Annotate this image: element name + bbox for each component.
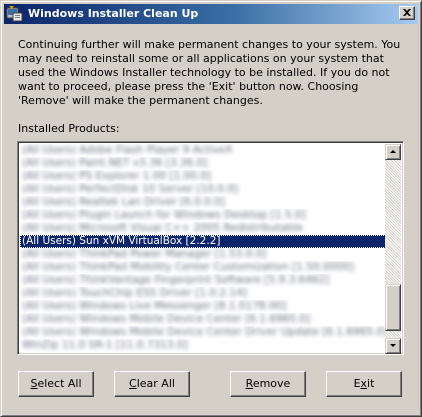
list-item[interactable]: (All Users) Paint.NET v3.36 [3.36.0] (20, 157, 386, 170)
list-item-label: (All Users) ThinkPad Power Manager [1.53… (22, 248, 267, 260)
list-item-label: (All Users) Microsoft Visual C++ 2005 Re… (22, 222, 304, 234)
list-item-label: (All Users) ThinkVantage Fingerprint Sof… (22, 274, 330, 286)
list-item-label: WinZip 11.0 SR-1 [11.0.7313.0] (22, 339, 188, 351)
list-item[interactable]: (All Users) ThinkPad Mobility Center Cus… (20, 261, 386, 274)
list-item-label: (All Users) Realtek Lan Driver [6.0.0.0] (22, 196, 225, 208)
window-title: Windows Installer Clean Up (28, 7, 199, 20)
list-item-label: (All Users) Adobe Flash Player 9 ActiveX (22, 144, 233, 156)
remove-label: emove (252, 377, 291, 390)
list-items-container: (All Users) Adobe Flash Player 9 ActiveX… (20, 144, 386, 354)
warning-message: Continuing further will make permanent c… (18, 38, 401, 107)
clear-all-button[interactable]: Clear All (114, 371, 190, 397)
list-item-label: (All Users) Plugin Launch for Windows De… (22, 209, 306, 221)
list-item-label: (All Users) Paint.NET v3.36 [3.36.0] (22, 157, 208, 169)
installed-products-label: Installed Products: (18, 122, 120, 135)
exit-label-pre: E (353, 377, 361, 390)
list-item[interactable]: (All Users) Windows Mobile Device Center… (20, 313, 386, 326)
remove-accel: R (245, 377, 253, 390)
list-item[interactable]: (All Users) Plugin Launch for Windows De… (20, 209, 386, 222)
list-item[interactable]: (All Users) Windows Live Messenger [8.1.… (20, 300, 386, 313)
list-item[interactable]: (All Users) PerfectDisk 10 Server [10.0.… (20, 183, 386, 196)
remove-button[interactable]: Remove (230, 371, 306, 397)
list-item[interactable]: (All Users) Adobe Flash Player 9 ActiveX (20, 144, 386, 157)
clear-all-accel: C (129, 377, 137, 390)
list-item[interactable]: (All Users) ThinkVantage Fingerprint Sof… (20, 274, 386, 287)
select-all-button[interactable]: Select All (18, 371, 94, 397)
installer-cleanup-dialog: Windows Installer Clean Up Continuing fu… (0, 0, 422, 417)
scroll-down-button[interactable] (385, 338, 401, 354)
list-item[interactable]: (All Users) Microsoft Visual C++ 2005 Re… (20, 222, 386, 235)
arrow-up-icon (390, 150, 396, 153)
scroll-thumb[interactable] (385, 284, 401, 331)
list-item-label: (All Users) PS Explorer 1.00 [1.00.0] (22, 170, 211, 182)
list-item[interactable]: WinZip 11.0 SR-1 [11.0.7313.0] (20, 339, 386, 352)
list-item[interactable]: (All Users) Windows Mobile Device Center… (20, 326, 386, 339)
arrow-down-icon (390, 344, 396, 347)
installed-products-list[interactable]: (All Users) Adobe Flash Player 9 ActiveX… (17, 141, 404, 355)
title-bar[interactable]: Windows Installer Clean Up (4, 4, 418, 24)
installer-app-icon (6, 5, 24, 23)
select-all-label: elect All (37, 377, 82, 390)
exit-button[interactable]: Exit (326, 371, 402, 397)
list-item[interactable]: (All Users) ThinkPad Power Manager [1.53… (20, 248, 386, 261)
clear-all-label: lear All (136, 377, 175, 390)
scroll-up-button[interactable] (385, 144, 401, 160)
close-icon (403, 9, 411, 16)
list-item-label: (All Users) Windows Mobile Device Center… (22, 326, 386, 338)
vertical-scrollbar[interactable] (385, 144, 401, 354)
list-item-label: (All Users) Windows Live Messenger [8.1.… (22, 300, 287, 312)
list-item-label: (All Users) PerfectDisk 10 Server [10.0.… (22, 183, 239, 195)
list-item-label: (All Users) Windows Mobile Device Center… (22, 313, 311, 325)
list-item-selected[interactable]: (All Users) Sun xVM VirtualBox [2.2.2] (20, 235, 386, 248)
close-button[interactable] (399, 6, 415, 20)
list-item[interactable]: (All Users) TouchChip ESS Driver [1.0.2.… (20, 287, 386, 300)
list-item-label: (All Users) TouchChip ESS Driver [1.0.2.… (22, 287, 247, 299)
exit-label: it (367, 377, 375, 390)
list-item[interactable]: (All Users) Realtek Lan Driver [6.0.0.0] (20, 196, 386, 209)
list-item[interactable]: (All Users) PS Explorer 1.00 [1.00.0] (20, 170, 386, 183)
list-item-label: (All Users) Sun xVM VirtualBox [2.2.2] (22, 235, 221, 247)
list-item-label: (All Users) ThinkPad Mobility Center Cus… (22, 261, 354, 273)
